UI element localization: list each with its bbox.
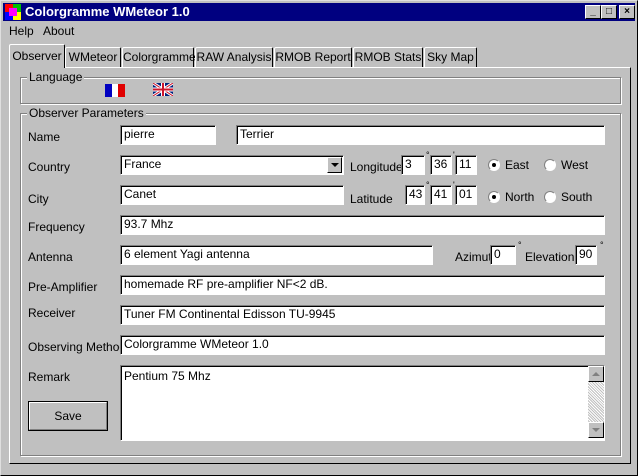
tab-observer[interactable]: Observer [9,44,65,68]
elevation-label: Elevation [525,250,575,264]
remark-text: Pentium 75 Mhz [124,369,211,383]
frequency-field[interactable]: 93.7 Mhz [120,215,605,235]
city-field[interactable]: Canet [120,185,344,205]
french-flag-icon[interactable] [105,84,125,97]
first-name-field[interactable]: pierre [120,125,216,145]
country-label: Country [28,160,71,174]
language-group: Language [20,70,621,104]
latitude-seconds[interactable]: 01 [455,185,477,205]
maximize-button[interactable]: □ [601,5,617,19]
receiver-label: Receiver [28,306,76,320]
minimize-button[interactable]: _ [585,5,601,19]
save-button[interactable]: Save [28,401,108,431]
tab-rmob-report[interactable]: RMOB Report [274,47,352,67]
west-radio[interactable] [544,159,556,171]
degree-mark: ° [518,240,522,250]
east-radio[interactable] [488,159,500,171]
latitude-minutes[interactable]: 41 [430,185,452,205]
close-button[interactable]: × [619,5,635,19]
country-select[interactable]: France [120,155,344,175]
observing-method-field[interactable]: Colorgramme WMeteor 1.0 [120,335,605,355]
preamp-field[interactable]: homemade RF pre-amplifier NF<2 dB. [120,275,605,295]
menu-help[interactable]: Help [9,24,34,38]
elevation-field[interactable]: 90 [575,245,597,265]
uk-flag-icon[interactable] [153,83,173,96]
observing-method-label: Observing Method [28,340,127,354]
menu-bar: Help About [3,22,635,40]
tab-colorgramme[interactable]: Colorgramme [122,47,196,67]
observer-parameters-label: Observer Parameters [27,106,146,120]
scroll-down-icon[interactable] [588,422,604,438]
north-label: North [505,190,535,204]
country-value: France [124,157,162,171]
save-button-label: Save [29,402,107,430]
east-label: East [505,158,530,172]
tab-rmob-stats[interactable]: RMOB Stats [353,47,423,67]
observer-tab-panel: Language Observer Parameters Name pierre… [9,67,631,464]
north-radio[interactable] [488,191,500,203]
remark-label: Remark [28,370,71,384]
app-icon [5,4,21,20]
longitude-seconds[interactable]: 11 [455,155,477,175]
south-label: South [561,190,593,204]
tab-wmeteor[interactable]: WMeteor [65,47,121,67]
azimut-field[interactable]: 0 [490,245,516,265]
latitude-degrees[interactable]: 43 [405,185,425,205]
longitude-label: Longitude [350,160,403,174]
remark-scrollbar[interactable] [588,366,604,438]
degree-mark: ° [600,240,604,250]
city-label: City [28,192,49,206]
preamp-label: Pre-Amplifier [28,280,98,294]
menu-about[interactable]: About [43,24,74,38]
last-name-field[interactable]: Terrier [236,125,605,145]
west-label: West [561,158,589,172]
antenna-field[interactable]: 6 element Yagi antenna [120,245,433,265]
title-bar[interactable]: Colorgramme WMeteor 1.0 _ □ × [3,3,635,21]
receiver-field[interactable]: Tuner FM Continental Edisson TU-9945 [120,305,605,325]
window-title: Colorgramme WMeteor 1.0 [25,4,190,19]
chevron-down-icon[interactable] [327,157,342,173]
antenna-label: Antenna [28,250,73,264]
name-label: Name [28,130,61,144]
south-radio[interactable] [544,191,556,203]
app-window: Colorgramme WMeteor 1.0 _ □ × Help About… [0,0,638,476]
longitude-minutes[interactable]: 36 [430,155,452,175]
longitude-degrees[interactable]: 3 [401,155,425,175]
frequency-label: Frequency [28,220,85,234]
azimut-label: Azimut [455,250,492,264]
scroll-up-icon[interactable] [588,366,604,382]
tab-raw-analysis[interactable]: RAW Analysis [195,47,273,67]
tab-sky-map[interactable]: Sky Map [424,47,477,67]
remark-textarea[interactable]: Pentium 75 Mhz [120,365,605,441]
language-group-label: Language [27,70,85,84]
latitude-label: Latitude [350,192,393,206]
